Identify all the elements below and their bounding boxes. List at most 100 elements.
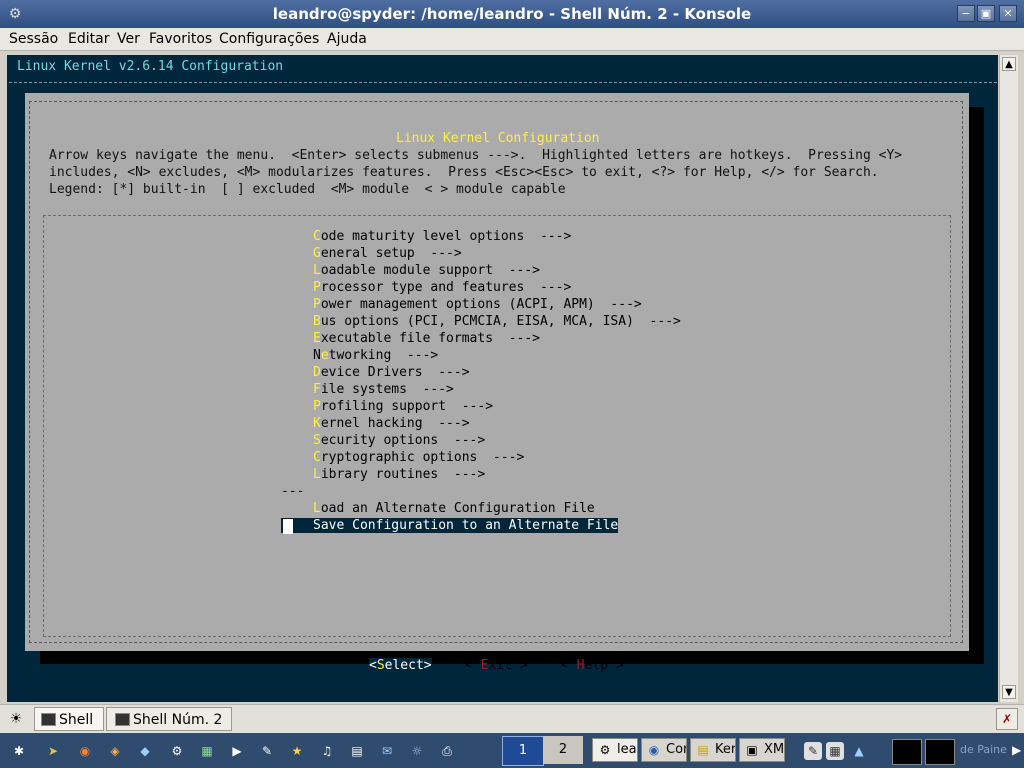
menu-entry[interactable]: Networking ---> [313, 348, 438, 363]
browser-icon: ◉ [648, 743, 660, 757]
entry-label: oadable module support ---> [320, 263, 540, 278]
help-rb: > [607, 658, 624, 673]
select-button[interactable]: <Select> [369, 658, 432, 673]
window-titlebar: ⚙ leandro@spyder: /home/leandro - Shell … [0, 0, 1024, 28]
media-player-icon[interactable]: ▶ [228, 742, 246, 760]
entry-label: eneral setup ---> [320, 246, 462, 261]
editor-icon[interactable]: ✎ [258, 742, 276, 760]
menu-entry[interactable]: File systems ---> [313, 382, 454, 397]
panel-arrow-icon[interactable]: ▶ [1012, 743, 1021, 757]
help-button[interactable]: < Help > [561, 658, 624, 673]
menu-favoritos[interactable]: Favoritos [149, 30, 212, 48]
globe-icon[interactable]: ☼ [408, 742, 426, 760]
menu-entry[interactable]: Bus options (PCI, PCMCIA, EISA, MCA, ISA… [313, 314, 681, 329]
network-icon[interactable]: ◆ [136, 742, 154, 760]
entry-label: oad an Alternate Configuration File [320, 501, 595, 516]
menu-entry[interactable]: Executable file formats ---> [313, 331, 540, 346]
close-session-icon[interactable]: ✗ [996, 708, 1018, 730]
task-konsole[interactable]: ⚙ lea [592, 738, 638, 762]
entry-hotkey: L [313, 263, 321, 278]
select-rest: elect [384, 658, 424, 673]
entry-label: tworking ---> [328, 348, 439, 363]
menu-entry[interactable]: Kernel hacking ---> [313, 416, 470, 431]
kde-taskbar: ✱ ➤ ◉ ◈ ◆ ⚙ ▦ ▶ ✎ ★ ♫ ▤ ✉ ☼ ⎙ 1 2 ⚙ lea ◉… [0, 733, 1024, 768]
entry-label: us options (PCI, PCMCIA, EISA, MCA, ISA)… [320, 314, 681, 329]
new-session-icon[interactable]: ☀ [4, 708, 28, 730]
desktop-2[interactable]: 2 [543, 736, 583, 764]
window-title: leandro@spyder: /home/leandro - Shell Nú… [272, 5, 752, 23]
menu-editar[interactable]: Editar [68, 30, 109, 48]
chat-icon[interactable]: ✉ [378, 742, 396, 760]
help-text-line-1: Arrow keys navigate the menu. <Enter> se… [49, 148, 903, 163]
calendar-icon[interactable]: ▦ [826, 742, 844, 760]
panel-label: de Paine [960, 743, 1007, 756]
printer-icon[interactable]: ⎙ [438, 742, 456, 760]
desktop-1[interactable]: 1 [502, 736, 544, 766]
save-alternate-config-entry[interactable]: Save Configuration to an Alternate File [281, 518, 619, 534]
terminal-area[interactable]: Linux Kernel v2.6.14 Configuration Linux… [7, 55, 998, 702]
exit-rest: xit [488, 658, 512, 673]
menu-entry[interactable]: Library routines ---> [313, 467, 485, 482]
browser-icon[interactable]: ◈ [106, 742, 124, 760]
home-folder-icon[interactable]: ➤ [44, 742, 62, 760]
document-icon[interactable]: ▤ [348, 742, 366, 760]
entry-label: ryptographic options ---> [320, 450, 525, 465]
minimize-button[interactable]: − [957, 5, 975, 22]
task-folder[interactable]: ▤ Ker [690, 738, 736, 762]
scroll-up-arrow-icon[interactable]: ▲ [1002, 57, 1016, 71]
kernel-config-header: Linux Kernel v2.6.14 Configuration [17, 59, 284, 74]
music-icon[interactable]: ♫ [318, 742, 336, 760]
tab-shell[interactable]: Shell [34, 707, 104, 731]
tab-shell-label: Shell [59, 712, 94, 728]
entry-hotkey: E [313, 331, 321, 346]
firefox-icon[interactable]: ◉ [76, 742, 94, 760]
notes-icon[interactable]: ★ [288, 742, 306, 760]
spreadsheet-icon[interactable]: ▦ [198, 742, 216, 760]
app-icon: ▣ [746, 743, 758, 757]
maximize-button[interactable]: ▣ [977, 5, 995, 22]
entry-hotkey: S [313, 433, 321, 448]
task-browser[interactable]: ◉ Cor [641, 738, 687, 762]
menu-ver[interactable]: Ver [117, 30, 140, 48]
menu-sessao[interactable]: Sessão [9, 30, 58, 48]
scroll-down-arrow-icon[interactable]: ▼ [1002, 685, 1016, 699]
entry-label: ode maturity level options ---> [320, 229, 572, 244]
cpu-monitor-graph[interactable] [892, 739, 922, 765]
terminal-icon [41, 713, 56, 726]
close-button[interactable]: ✕ [999, 5, 1017, 22]
memory-monitor-graph[interactable] [925, 739, 955, 765]
menu-entry[interactable]: Device Drivers ---> [313, 365, 470, 380]
task-xm[interactable]: ▣ XM [739, 738, 785, 762]
menu-separator: --- [281, 484, 305, 499]
exit-button[interactable]: < Exit > [465, 658, 528, 673]
menu-entry[interactable]: Security options ---> [313, 433, 485, 448]
klipper-icon[interactable]: ✎ [804, 742, 822, 760]
task-browser-label: Cor [666, 742, 687, 757]
task-folder-label: Ker [715, 742, 736, 757]
menu-ajuda[interactable]: Ajuda [327, 30, 367, 48]
k-menu-icon[interactable]: ✱ [10, 742, 28, 760]
menu-entry[interactable]: Power management options (ACPI, APM) ---… [313, 297, 642, 312]
help-rest: elp [584, 658, 608, 673]
settings-icon[interactable]: ⚙ [168, 742, 186, 760]
terminal-scrollbar[interactable]: ▲ ▼ [999, 55, 1018, 702]
header-rule [9, 82, 997, 83]
task-konsole-label: lea [617, 742, 637, 757]
menu-entry[interactable]: Code maturity level options ---> [313, 229, 571, 244]
menu-entry[interactable]: General setup ---> [313, 246, 462, 261]
tab-shell-2[interactable]: Shell Núm. 2 [106, 707, 232, 731]
help-lb: < [561, 658, 577, 673]
entry-label: ernel hacking ---> [320, 416, 470, 431]
menu-entry[interactable]: Cryptographic options ---> [313, 450, 524, 465]
select-rb: > [423, 658, 432, 673]
entry-hotkey: C [313, 229, 321, 244]
entry-label: Save Configuration to an Alternate File [313, 518, 619, 533]
menu-entry[interactable]: Loadable module support ---> [313, 263, 540, 278]
menu-entry[interactable]: Processor type and features ---> [313, 280, 571, 295]
load-alternate-config-entry[interactable]: Load an Alternate Configuration File [313, 501, 595, 516]
network-monitor-icon[interactable]: ▲ [850, 742, 868, 760]
entry-hotkey: F [313, 382, 321, 397]
menu-configuracoes[interactable]: Configurações [219, 30, 319, 48]
menu-entry[interactable]: Profiling support ---> [313, 399, 493, 414]
entry-label: evice Drivers ---> [320, 365, 470, 380]
